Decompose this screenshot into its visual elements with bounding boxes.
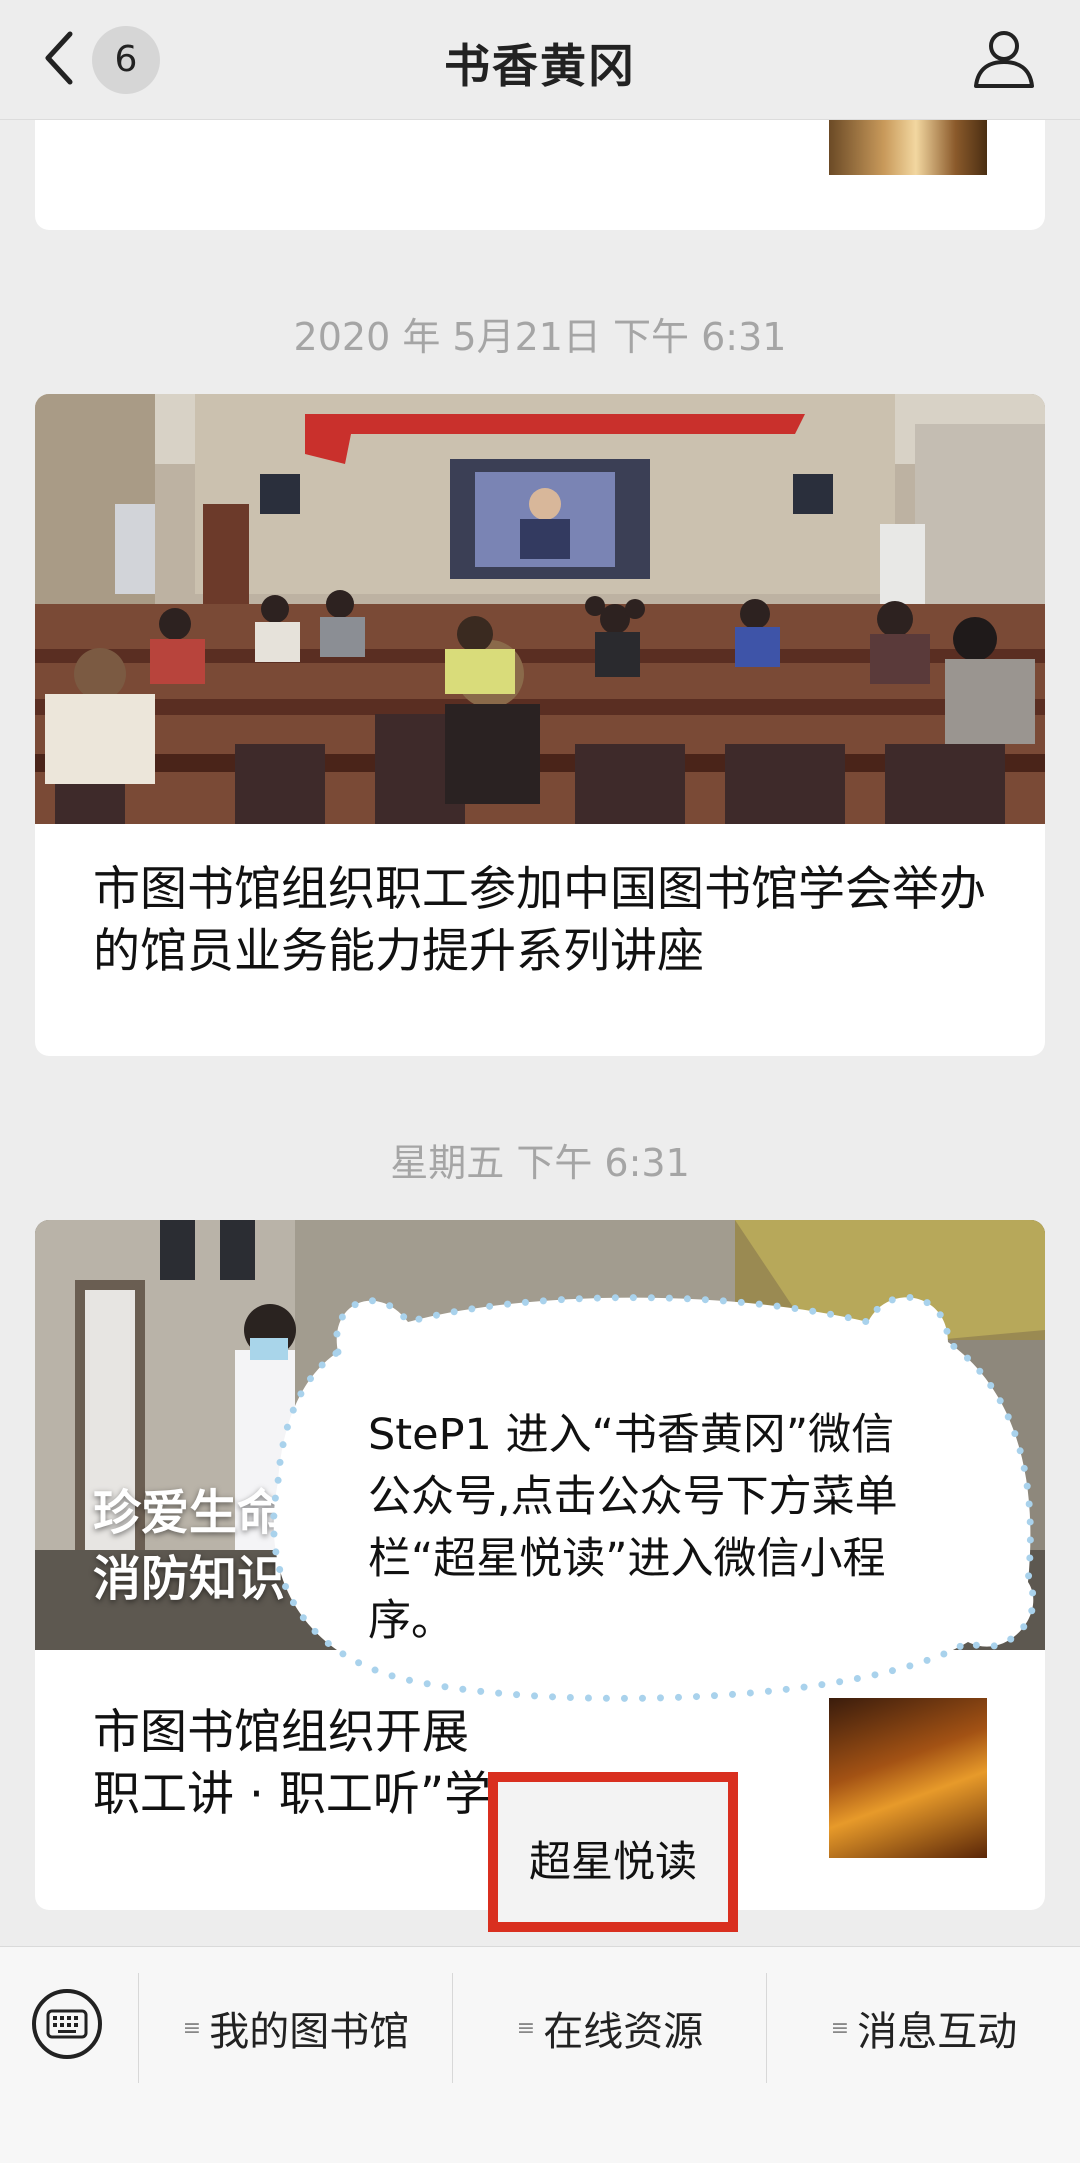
menu-separator [452,1973,453,2083]
menu-list-icon: ≡ [182,2015,202,2041]
article-title: 市图书馆组织职工参加中国图书馆学会举办的馆员业务能力提升系列讲座 [93,862,986,979]
menu-item-my-library[interactable]: ≡ 我的图书馆 [140,1973,452,2083]
menu-item-online-resources[interactable]: ≡ 在线资源 [454,1973,766,2083]
user-profile-icon[interactable] [972,28,1036,88]
article-cover-image [35,394,1045,824]
highlight-label: 超星悦读 [528,1837,697,1886]
article-cover-title: 珍爱生命 消防知识 [93,1480,285,1612]
menu-list-icon: ≡ [516,2015,536,2041]
highlighted-menu-item-chaoxing[interactable]: 超星悦读 [488,1772,738,1932]
instruction-callout-text: SteP1 进入“书香黄冈”微信公众号,点击公众号下方菜单栏“超星悦读”进入微信… [368,1410,898,1646]
cover-title-line: 消防知识 [93,1551,286,1607]
menu-item-label: 消息互动 [857,2009,1018,2055]
message-timestamp: 星期五 下午 6:31 [390,1141,690,1185]
page-title: 书香黄冈 [444,39,636,93]
menu-list-icon: ≡ [830,2015,850,2041]
menu-separator [766,1973,767,2083]
keyboard-icon[interactable] [30,1987,104,2061]
top-bar: 6 书香黄冈 [0,0,1080,120]
menu-item-label: 我的图书馆 [209,2009,410,2055]
menu-separator [138,1973,139,2083]
menu-item-messages[interactable]: ≡ 消息互动 [768,1973,1080,2083]
official-account-menu-bar: ≡ 我的图书馆 ≡ 在线资源 ≡ 消息互动 [0,1946,1080,2163]
article-card-lecture[interactable]: 市图书馆组织职工参加中国图书馆学会举办的馆员业务能力提升系列讲座 [35,394,1045,1056]
book-cover-thumbnail [829,1698,987,1858]
menu-item-label: 在线资源 [543,2009,704,2055]
cover-title-line: 珍爱生命 [93,1485,286,1541]
message-timestamp: 2020 年 5月21日 下午 6:31 [293,315,787,359]
article-thumbnail [829,120,987,175]
